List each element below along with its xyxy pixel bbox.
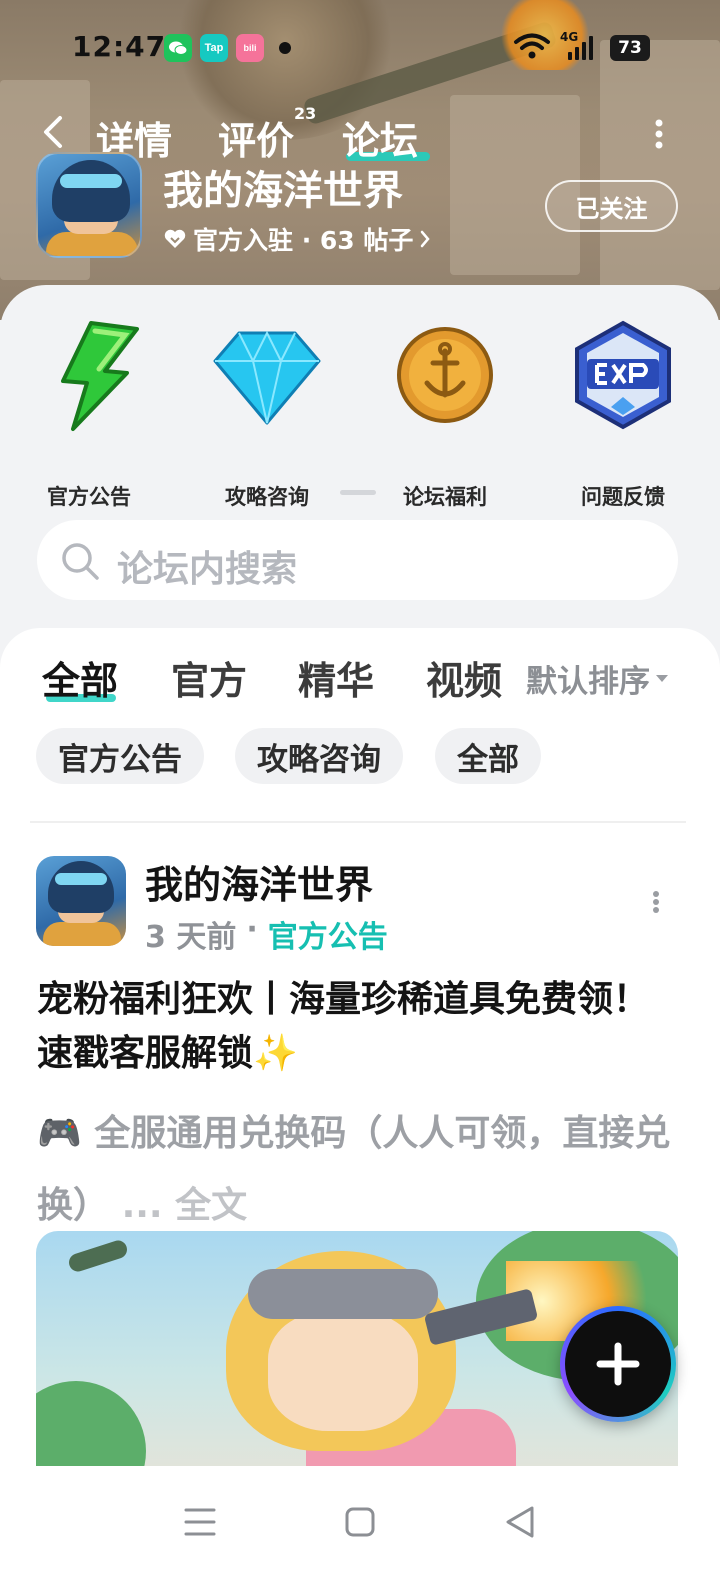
notification-dot-icon (279, 42, 291, 54)
feed-tab-featured[interactable]: 精华 (298, 650, 374, 705)
back-icon[interactable] (38, 112, 68, 152)
shortcut-welfare[interactable]: 论坛福利 (370, 315, 520, 509)
sort-dropdown[interactable]: 默认排序 (526, 656, 668, 701)
shortcut-announcements[interactable]: 官方公告 (14, 315, 164, 509)
forum-feed: 全部 官方 精华 视频 默认排序 官方公告 攻略咨询 全部 我的海洋世界 3 天… (0, 628, 720, 1582)
tap-icon: Tap (200, 34, 228, 62)
review-count-badge: 23 (294, 104, 317, 123)
post-category[interactable]: 官方公告 (268, 912, 388, 956)
read-more-link[interactable]: ... 全文 (122, 1185, 248, 1226)
wechat-icon (164, 34, 192, 62)
bilibili-icon: bili (236, 34, 264, 62)
game-title: 我的海洋世界 (163, 168, 403, 214)
shortcut-panel: 官方公告 攻略咨询 论坛福利 问题反馈 论坛内搜索 (0, 285, 720, 645)
filter-chip-all[interactable]: 全部 (435, 728, 541, 784)
status-bar: 12:47 Tap bili 4G 73 (0, 0, 720, 95)
status-time: 12:47 (72, 30, 167, 63)
shortcut-label: 官方公告 (47, 485, 131, 509)
tab-forum[interactable]: 论坛 (342, 110, 418, 165)
chevron-right-icon (421, 230, 431, 248)
post-author-avatar[interactable] (36, 856, 126, 946)
heart-badge-icon (164, 229, 186, 248)
game-meta-link[interactable]: 官方入驻 · 63 帖子 (163, 221, 431, 257)
shortcut-label: 问题反馈 (581, 485, 665, 509)
post-meta-separator: · (246, 912, 258, 947)
battery-indicator: 73 (610, 35, 650, 61)
page-indicator (340, 490, 376, 495)
plus-icon (596, 1342, 640, 1386)
lightning-icon (61, 321, 139, 431)
shortcut-guides[interactable]: 攻略咨询 (192, 315, 342, 509)
post-meta: 3 天前 · 官方公告 (145, 912, 388, 956)
shortcut-label: 论坛福利 (403, 485, 487, 509)
game-icon[interactable] (36, 152, 142, 258)
back-nav-icon[interactable] (500, 1502, 540, 1542)
feed-tab-video[interactable]: 视频 (426, 650, 502, 705)
post-title[interactable]: 宠粉福利狂欢丨海量珍稀道具免费领！速戳客服解锁✨ (37, 973, 677, 1081)
tab-reviews[interactable]: 评价 (218, 110, 294, 165)
anchor-coin-icon (397, 327, 493, 423)
search-icon (62, 543, 99, 580)
filter-chip-guides[interactable]: 攻略咨询 (235, 728, 403, 784)
diamond-icon (213, 330, 321, 425)
system-nav-bar (0, 1466, 720, 1582)
feed-tab-official[interactable]: 官方 (171, 650, 247, 705)
shortcut-feedback[interactable]: 问题反馈 (548, 315, 698, 509)
compose-button[interactable] (560, 1306, 676, 1422)
exp-badge-icon (575, 320, 671, 430)
divider (30, 821, 686, 823)
filter-chip-announcements[interactable]: 官方公告 (36, 728, 204, 784)
home-icon[interactable] (340, 1502, 380, 1542)
game-meta-text: 官方入驻 · 63 帖子 (193, 226, 414, 255)
wifi-icon (514, 33, 550, 59)
search-input[interactable]: 论坛内搜索 (117, 540, 637, 592)
signal-icon (568, 34, 593, 60)
post-author-name[interactable]: 我的海洋世界 (145, 854, 373, 909)
menu-icon[interactable] (180, 1502, 220, 1542)
feed-tab-all[interactable]: 全部 (42, 650, 118, 705)
post-excerpt[interactable]: 🎮 全服通用兑换码（人人可领，直接兑换） ... 全文 (37, 1098, 677, 1242)
caret-down-icon (656, 675, 668, 682)
post-more-icon[interactable] (651, 890, 661, 914)
post-time: 3 天前 (145, 920, 237, 955)
more-options-icon[interactable] (654, 118, 664, 150)
top-nav: 详情 评价 23 论坛 (0, 100, 720, 163)
shortcut-label: 攻略咨询 (225, 485, 309, 509)
follow-button[interactable]: 已关注 (545, 180, 678, 232)
search-bar[interactable]: 论坛内搜索 (37, 520, 678, 600)
sort-label: 默认排序 (526, 664, 650, 700)
